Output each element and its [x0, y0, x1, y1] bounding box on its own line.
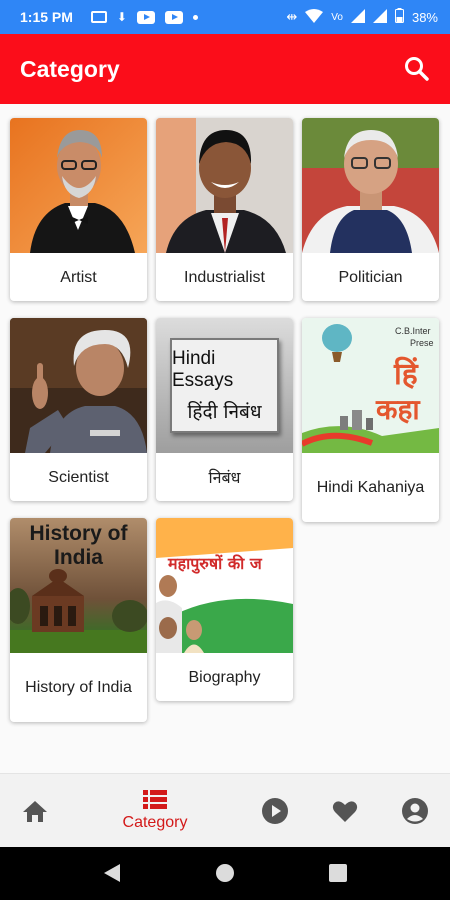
category-label: Politician — [338, 268, 403, 286]
more-notifications-icon — [192, 14, 198, 20]
nav-category[interactable]: Category — [100, 774, 210, 848]
search-icon[interactable] — [402, 54, 432, 84]
category-card-history-of-india[interactable]: History of India History of India — [10, 518, 147, 722]
youtube-notification-icon — [164, 10, 183, 24]
category-icon — [143, 790, 167, 809]
category-label: Biography — [188, 668, 261, 686]
essays-image-title: Hindi Essays — [172, 347, 234, 391]
category-label: Artist — [60, 268, 97, 286]
play-icon — [262, 798, 288, 824]
category-label: Scientist — [48, 468, 109, 486]
youtube-notification-icon — [136, 10, 155, 24]
category-label: Industrialist — [184, 268, 265, 286]
battery-icon — [394, 8, 404, 26]
bottom-navigation: Category — [0, 773, 450, 847]
recents-icon[interactable] — [329, 864, 347, 882]
biography-image: महापुरुषों की ज — [156, 518, 293, 653]
back-icon[interactable] — [102, 863, 122, 883]
category-label: निबंध — [208, 467, 241, 487]
category-label: Hindi Kahaniya — [316, 479, 425, 496]
volte-icon: Vo — [331, 11, 343, 23]
home-icon — [23, 801, 47, 822]
wifi-icon — [305, 8, 324, 26]
kahaniya-image-title-2: कहा — [376, 393, 420, 426]
vibrate-icon: ⇹ — [286, 9, 298, 24]
history-image-title: History of — [29, 522, 128, 545]
heart-icon — [332, 801, 358, 822]
nav-videos[interactable] — [250, 774, 300, 848]
category-card-biography[interactable]: महापुरुषों की ज Biography — [156, 518, 293, 701]
nav-home[interactable] — [10, 774, 60, 848]
category-card-hindi-kahaniya[interactable]: C.B.Inter Prese हिं कहा Hindi Kahaniya — [302, 318, 439, 522]
category-label: History of India — [25, 679, 132, 696]
signal-icon — [372, 8, 387, 26]
account-icon — [402, 798, 428, 824]
scientist-image — [10, 318, 147, 453]
nav-category-label: Category — [122, 814, 188, 831]
nav-favorites[interactable] — [320, 774, 370, 848]
hindi-kahaniya-image: C.B.Inter Prese हिं कहा — [302, 318, 439, 453]
history-image-title-2: India — [53, 546, 103, 569]
politician-image — [302, 118, 439, 253]
history-image: History of India — [10, 518, 147, 653]
download-notification-icon: ⬇ — [116, 10, 127, 24]
essays-image: Hindi Essays हिंदी निबंध — [156, 318, 293, 453]
essays-image-subtitle: हिंदी निबंध — [187, 400, 262, 423]
app-bar: Category — [0, 34, 450, 104]
nav-account[interactable] — [390, 774, 440, 848]
category-card-scientist[interactable]: Scientist — [10, 318, 147, 501]
image-notification-icon — [90, 11, 107, 23]
battery-percentage: 38% — [411, 9, 438, 25]
biography-image-title: महापुरुषों की ज — [168, 554, 262, 573]
home-button-icon[interactable] — [215, 863, 235, 883]
kahaniya-image-credit-2: Prese — [410, 338, 434, 348]
page-title: Category — [20, 55, 120, 82]
status-time: 1:15 PM — [20, 9, 73, 25]
artist-image — [10, 118, 147, 253]
kahaniya-image-credit: C.B.Inter — [395, 326, 431, 336]
industrialist-image — [156, 118, 293, 253]
category-card-politician[interactable]: Politician — [302, 118, 439, 301]
category-card-industrialist[interactable]: Industrialist — [156, 118, 293, 301]
system-navigation-bar — [0, 847, 450, 900]
kahaniya-image-title: हिं — [394, 357, 418, 392]
signal-icon — [350, 8, 365, 26]
status-bar: 1:15 PM ⬇ ⇹ Vo 38% — [0, 0, 450, 34]
category-card-artist[interactable]: Artist — [10, 118, 147, 301]
category-card-essays[interactable]: Hindi Essays हिंदी निबंध निबंध — [156, 318, 293, 501]
